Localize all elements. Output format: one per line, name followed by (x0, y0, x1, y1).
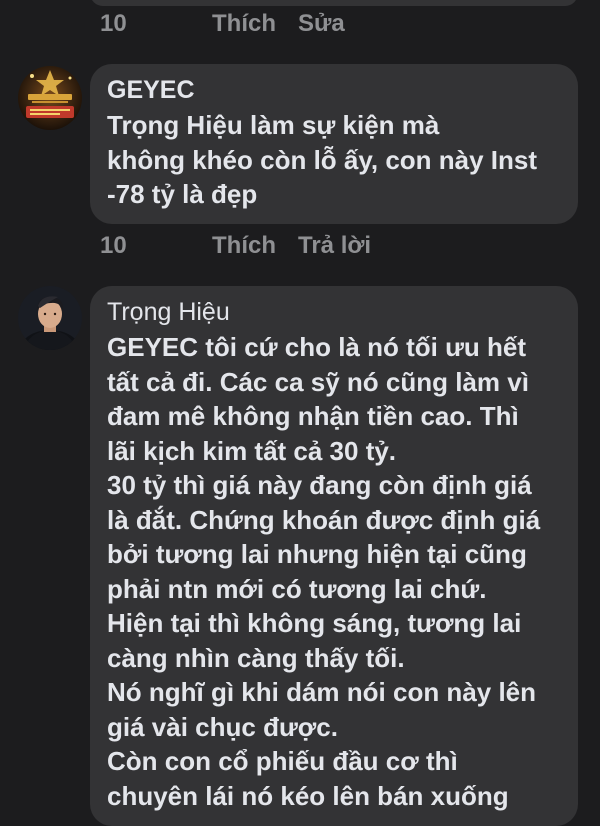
profile-photo-image (18, 286, 82, 350)
comment-bubble-geyec: GEYEC Trọng Hiệu làm sự kiện mà không kh… (90, 64, 578, 224)
previous-comment-bubble (90, 0, 578, 6)
like-count-geyec: 10 (100, 232, 127, 259)
geyec-logo-image (18, 66, 82, 130)
avatar-geyec[interactable] (18, 66, 82, 130)
comment-text-line: chuyên lái nó kéo lên bán xuống (107, 780, 509, 811)
previous-comment-actions: 10 Thích Sửa (100, 10, 345, 38)
comment-text-line: Còn con cổ phiếu đầu cơ thì (107, 746, 458, 776)
comment-text-line: 30 tỷ thì giá này đang còn định giá (107, 470, 532, 500)
comment-text-line: lãi kịch kim tất cả 30 tỷ. (107, 435, 397, 466)
comment-text-line: không khéo còn lỗ ấy, con này Inst (107, 144, 538, 175)
comment-bubble-tronghieu: Trọng Hiệu GEYEC tôi cứ cho là nó tối ưu… (90, 286, 578, 826)
comment-text-line: giá vài chục được. (107, 711, 338, 742)
comment-author-tronghieu[interactable]: Trọng Hiệu (107, 294, 564, 330)
comment-author-geyec[interactable]: GEYEC (107, 72, 564, 108)
comment-text-geyec: Trọng Hiệu làm sự kiện mà không khéo còn… (107, 108, 564, 212)
comment-text-line: càng nhìn càng thấy tối. (107, 642, 405, 673)
comment-text-line: đam mê không nhận tiền cao. Thì (107, 401, 519, 431)
avatar-tronghieu[interactable] (18, 286, 82, 350)
like-button-geyec[interactable]: Thích (212, 232, 276, 260)
comment-text-line: Nó nghĩ gì khi dám nói con này lên (107, 677, 537, 707)
comment-text-line: là đắt. Chứng khoán được định giá (107, 504, 541, 535)
comment-text-line: -78 tỷ là đẹp (107, 179, 258, 209)
comment-text-line: phải ntn mới có tương lai chứ. (107, 573, 487, 604)
comment-actions-geyec: 10 Thích Trả lời (100, 232, 371, 260)
comment-text-line: Trọng Hiệu làm sự kiện mà (107, 110, 440, 140)
comment-text-line: bởi tương lai nhưng hiện tại cũng (107, 539, 527, 569)
comment-text-line: GEYEC tôi cứ cho là nó tối ưu hết (107, 332, 527, 362)
reply-button-geyec[interactable]: Trả lời (298, 232, 371, 260)
previous-comment-like-button[interactable]: Thích (212, 10, 276, 38)
comment-text-tronghieu: GEYEC tôi cứ cho là nó tối ưu hết tất cả… (107, 330, 564, 813)
previous-comment-edit-button[interactable]: Sửa (298, 10, 345, 38)
comment-text-line: tất cả đi. Các ca sỹ nó cũng làm vì (107, 366, 529, 397)
previous-comment-like-count: 10 (100, 10, 127, 37)
comment-text-line: Hiện tại thì không sáng, tương lai (107, 608, 522, 638)
